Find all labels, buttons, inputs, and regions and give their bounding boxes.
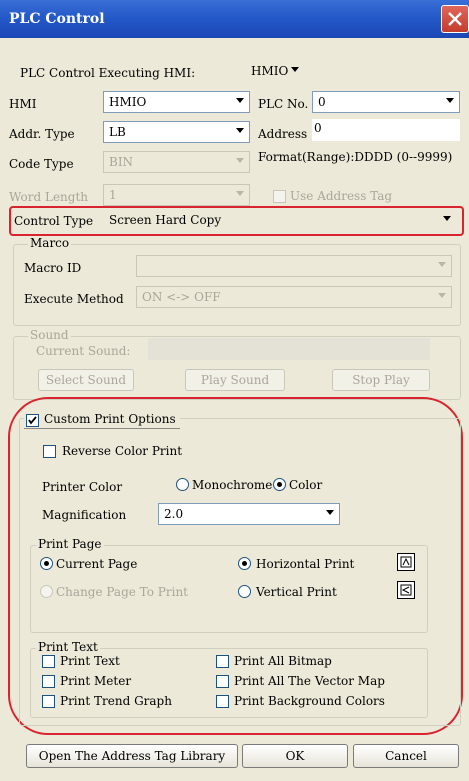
magnification-label: Magnification [42,508,127,522]
chevron-down-icon [236,128,244,133]
cancel-button[interactable]: Cancel [353,744,459,768]
print-text-checkbox[interactable] [42,655,55,668]
plc-no-select[interactable]: 0 [312,91,460,113]
title-bar[interactable]: PLC Control [0,0,469,38]
control-type-label: Control Type [14,214,94,228]
address-input[interactable]: 0 [312,119,460,141]
executing-hmi-select[interactable]: HMIO [245,60,305,82]
checkmark-icon [28,416,37,425]
chevron-down-icon [438,293,446,298]
print-all-bitmap-checkbox[interactable] [216,655,229,668]
hmi-select[interactable]: HMIO [103,91,250,113]
close-icon [448,12,462,26]
chevron-down-icon [326,510,334,515]
address-label: Address [258,127,308,141]
execute-method-select[interactable]: ON <-> OFF [136,286,452,308]
play-sound-button[interactable]: Play Sound [185,369,285,391]
reverse-color-label: Reverse Color Print [62,444,183,458]
use-address-tag-label: Use Address Tag [290,189,393,203]
open-address-tag-library-button[interactable]: Open The Address Tag Library [26,744,238,768]
print-background-colors-label: Print Background Colors [234,694,385,708]
monochrome-radio[interactable] [176,478,189,491]
monochrome-label: Monochrome [192,478,273,492]
color-radio[interactable] [273,478,286,491]
sound-legend: Sound [28,328,71,342]
printer-color-label: Printer Color [42,480,123,494]
addr-type-select[interactable]: LB [103,121,250,143]
print-trend-graph-checkbox[interactable] [42,695,55,708]
print-trend-graph-label: Print Trend Graph [60,694,172,708]
chevron-down-icon [236,98,244,103]
color-label: Color [289,478,323,492]
print-vector-map-label: Print All The Vector Map [234,674,385,688]
horizontal-print-label: Horizontal Print [256,557,355,571]
control-type-select[interactable]: Screen Hard Copy [103,209,457,231]
hmi-label: HMI [9,97,37,111]
plc-no-label: PLC No. [258,97,309,111]
code-type-select[interactable]: BIN [103,151,250,173]
addr-type-label: Addr. Type [9,127,75,141]
chevron-down-icon [446,98,454,103]
vertical-print-label: Vertical Print [256,585,337,599]
stop-play-button[interactable]: Stop Play [332,369,430,391]
close-button[interactable] [441,5,469,33]
current-sound-field [148,338,430,360]
executing-hmi-label: PLC Control Executing HMI: [20,66,196,80]
select-sound-button[interactable]: Select Sound [38,369,134,391]
print-meter-label: Print Meter [60,674,132,688]
print-text-legend: Print Text [36,640,100,654]
execute-method-label: Execute Method [24,292,124,306]
format-range-text: Format(Range):DDDD (0--9999) [258,150,453,164]
ok-button[interactable]: OK [242,744,348,768]
use-address-tag-checkbox[interactable] [273,190,286,203]
chevron-down-icon [443,216,451,221]
print-page-legend: Print Page [36,537,104,551]
change-page-label: Change Page To Print [56,585,188,599]
chevron-down-icon [438,262,446,267]
word-length-select[interactable]: 1 [103,184,250,206]
dialog-title: PLC Control [9,11,105,27]
custom-print-options-label: Custom Print Options [44,412,176,426]
vertical-page-icon [397,581,415,599]
horizontal-page-icon [397,553,415,571]
current-sound-label: Current Sound: [36,344,131,358]
horizontal-print-radio[interactable] [238,557,251,570]
plc-control-dialog: PLC Control PLC Control Executing HMI: H… [0,0,469,781]
macro-id-label: Macro ID [24,261,82,275]
vertical-print-radio[interactable] [238,585,251,598]
chevron-down-icon [291,67,299,72]
chevron-down-icon [236,191,244,196]
reverse-color-checkbox[interactable] [43,445,56,458]
marco-legend: Marco [28,236,72,250]
macro-id-select[interactable] [136,255,452,277]
current-page-label: Current Page [56,557,138,571]
print-vector-map-checkbox[interactable] [216,675,229,688]
print-all-bitmap-label: Print All Bitmap [234,654,332,668]
print-text-label: Print Text [60,654,120,668]
change-page-radio[interactable] [40,585,53,598]
magnification-select[interactable]: 2.0 [158,503,340,525]
current-page-radio[interactable] [40,557,53,570]
custom-print-options-checkbox[interactable] [26,414,39,427]
word-length-label: Word Length [9,190,89,204]
print-background-colors-checkbox[interactable] [216,695,229,708]
chevron-down-icon [236,158,244,163]
custom-print-options-toggle[interactable]: Custom Print Options [24,412,180,429]
code-type-label: Code Type [9,157,74,171]
print-meter-checkbox[interactable] [42,675,55,688]
